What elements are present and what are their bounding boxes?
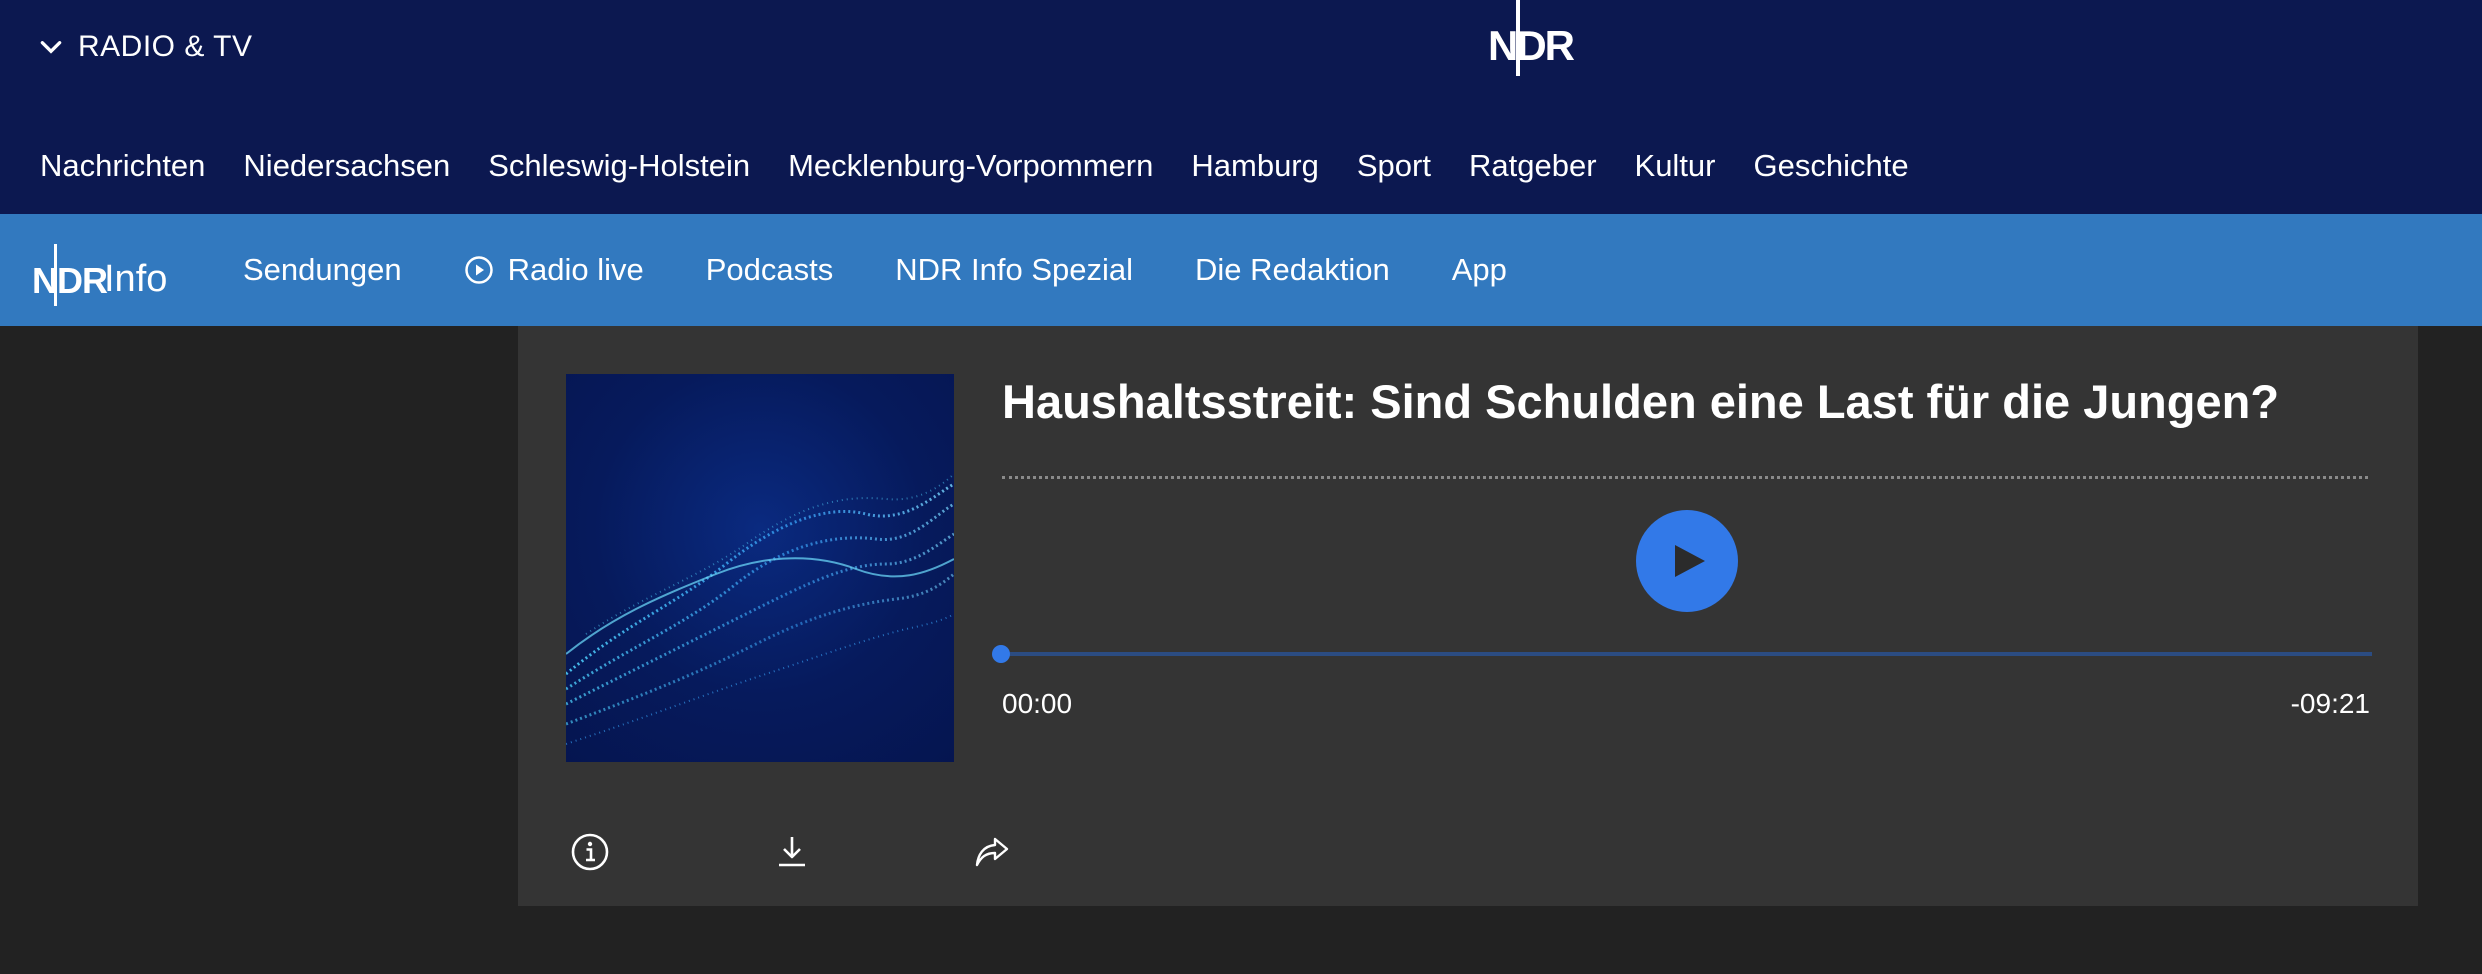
- sub-nav-podcasts[interactable]: Podcasts: [706, 252, 834, 288]
- episode-title: Haushaltsstreit: Sind Schulden eine Last…: [1002, 375, 2280, 428]
- share-icon: [975, 837, 1009, 867]
- time-current: 00:00: [1002, 688, 1073, 719]
- sub-nav-app[interactable]: App: [1452, 252, 1507, 288]
- nav-item-hamburg[interactable]: Hamburg: [1191, 148, 1319, 184]
- sub-nav-sendungen[interactable]: Sendungen: [243, 252, 402, 288]
- info-button[interactable]: [566, 828, 614, 876]
- download-icon: [779, 837, 805, 867]
- info-icon: [571, 833, 609, 871]
- nav-item-mecklenburg-vorpommern[interactable]: Mecklenburg-Vorpommern: [788, 148, 1153, 184]
- ndr-info-logo-text: NDR: [32, 260, 108, 301]
- play-circle-icon: [464, 256, 493, 284]
- ndr-logo-bar: [1516, 0, 1520, 76]
- podcast-cover-image: [566, 374, 954, 762]
- sub-nav-label: App: [1451, 252, 1507, 287]
- nav-item-ratgeber[interactable]: Ratgeber: [1469, 148, 1597, 184]
- nav-item-kultur[interactable]: Kultur: [1635, 148, 1716, 184]
- radio-tv-menu-toggle[interactable]: RADIO & TV: [38, 30, 252, 64]
- audio-player-card: Haushaltsstreit: Sind Schulden eine Last…: [518, 326, 2418, 906]
- sub-nav-label: Sendungen: [243, 252, 402, 287]
- progress-bar[interactable]: [1002, 652, 2372, 656]
- top-header: RADIO & TV NDR Nachrichten Niedersachsen…: [0, 0, 2482, 214]
- nav-item-nachrichten[interactable]: Nachrichten: [40, 148, 205, 184]
- main-navigation: Nachrichten Niedersachsen Schleswig-Hols…: [40, 148, 1909, 184]
- download-button[interactable]: [768, 828, 816, 876]
- ndr-logo-text: NDR: [1488, 22, 1575, 69]
- play-button[interactable]: [1636, 510, 1738, 612]
- sub-nav-label: Die Redaktion: [1195, 252, 1390, 287]
- time-remaining: -09:21: [2290, 688, 2370, 719]
- ndr-info-logo-bar: [54, 244, 57, 306]
- sub-nav-ndr-info-spezial[interactable]: NDR Info Spezial: [895, 252, 1133, 288]
- sub-header: NDR Info Sendungen Radio live Podcasts N…: [0, 214, 2482, 326]
- sub-nav-label: Podcasts: [705, 252, 834, 287]
- wave-artwork: [566, 473, 954, 745]
- nav-item-niedersachsen[interactable]: Niedersachsen: [243, 148, 450, 184]
- sub-nav-die-redaktion[interactable]: Die Redaktion: [1195, 252, 1390, 288]
- sub-nav-radio-live[interactable]: Radio live: [464, 252, 644, 288]
- chevron-down-icon: [40, 41, 62, 54]
- title-divider: [1002, 476, 2368, 479]
- ndr-info-logo[interactable]: NDR Info: [32, 228, 192, 310]
- ndr-info-logo-suffix: Info: [104, 258, 168, 300]
- nav-item-geschichte[interactable]: Geschichte: [1754, 148, 1909, 184]
- progress-handle[interactable]: [992, 645, 1010, 663]
- nav-item-schleswig-holstein[interactable]: Schleswig-Holstein: [488, 148, 750, 184]
- radio-tv-label: RADIO & TV: [78, 30, 253, 63]
- ndr-logo[interactable]: NDR: [1484, 0, 1575, 80]
- sub-nav-label: Radio live: [507, 252, 644, 287]
- nav-item-sport[interactable]: Sport: [1357, 148, 1431, 184]
- sub-navigation: Sendungen Radio live Podcasts NDR Info S…: [243, 252, 1507, 288]
- share-button[interactable]: [968, 828, 1016, 876]
- sub-nav-label: NDR Info Spezial: [895, 252, 1134, 287]
- play-icon: [1675, 545, 1705, 577]
